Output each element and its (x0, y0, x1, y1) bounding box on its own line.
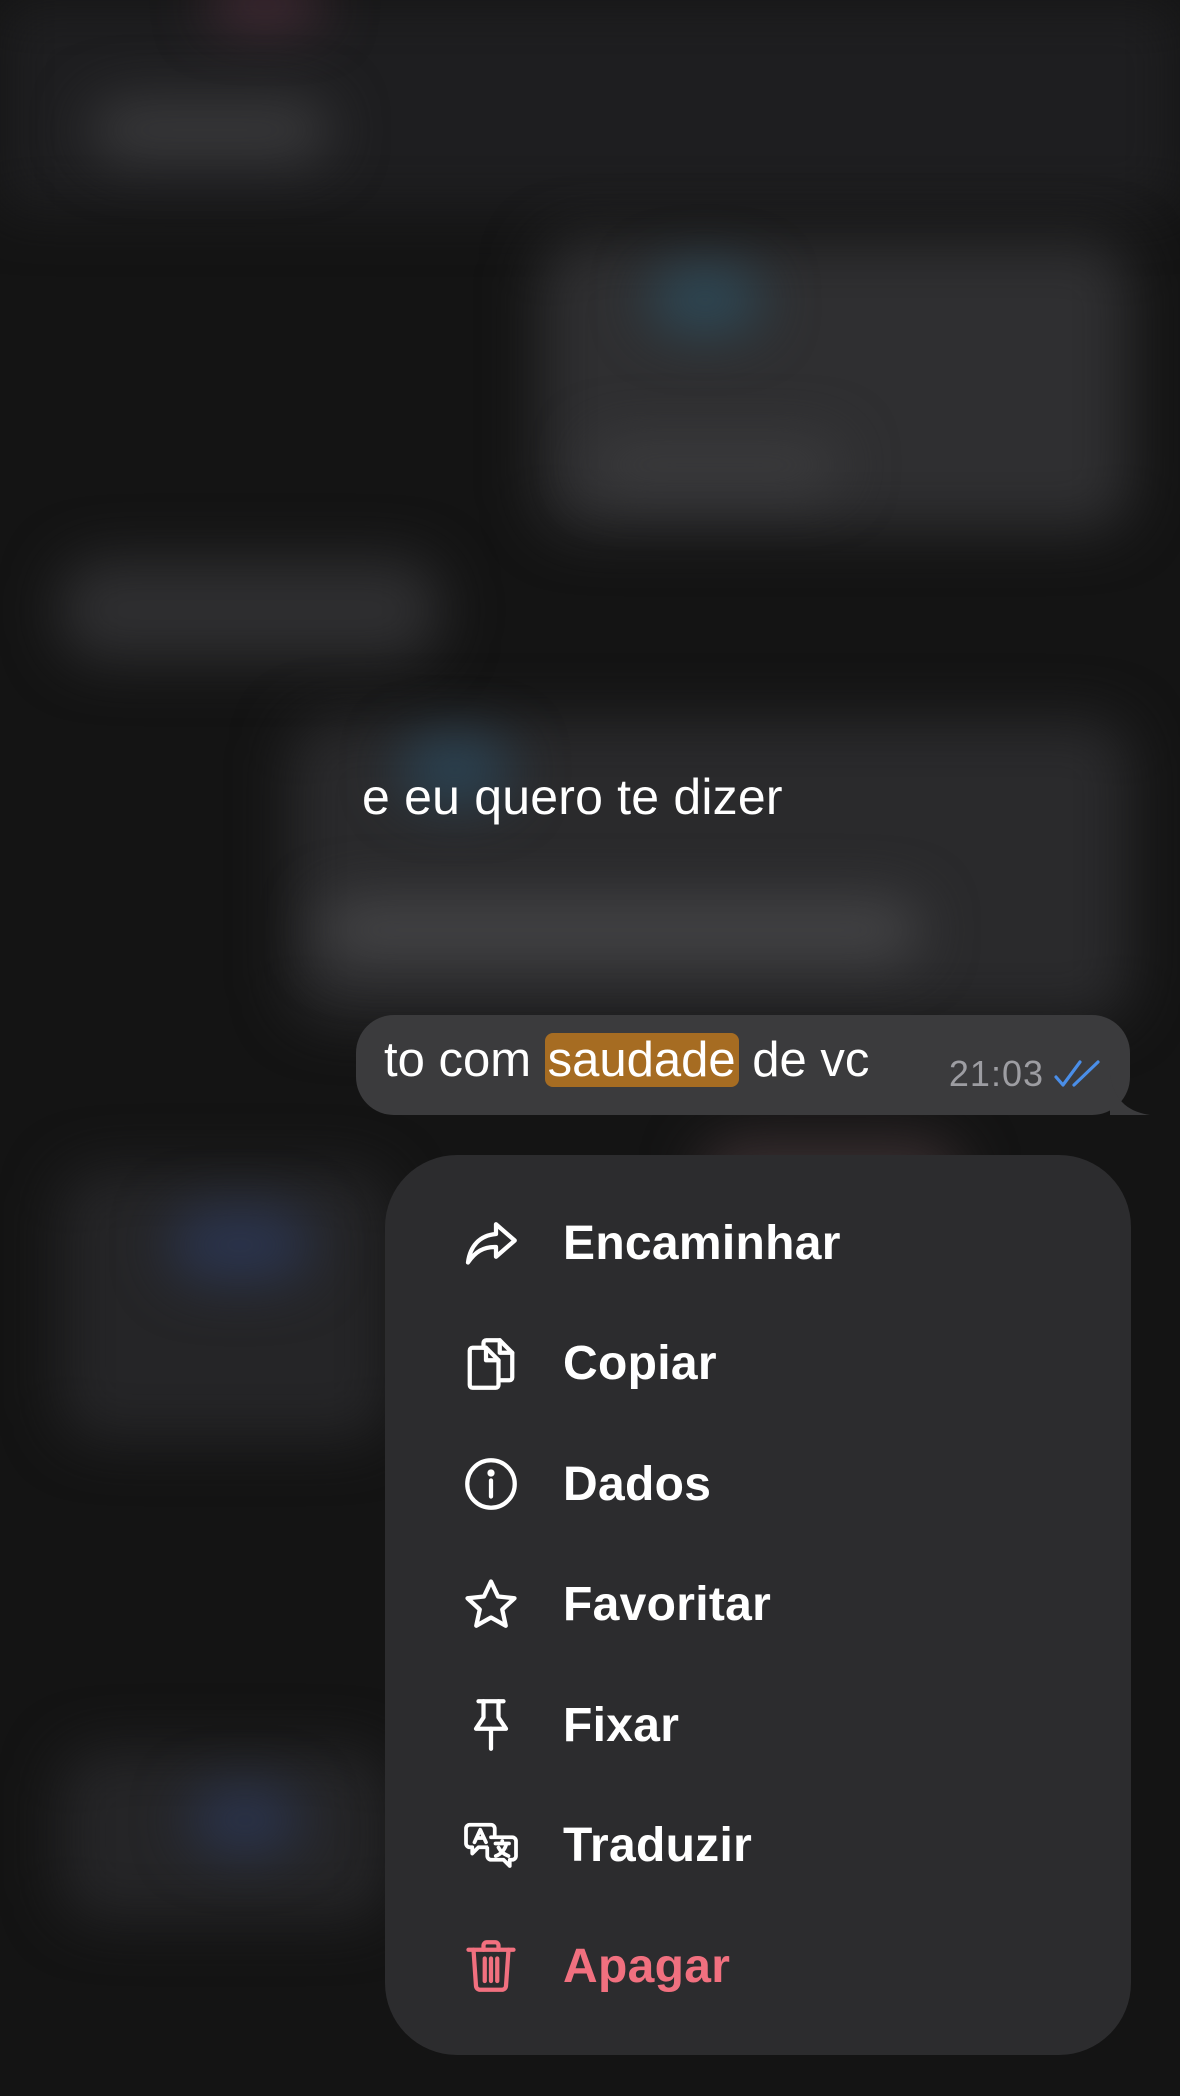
menu-item-label: Copiar (563, 1337, 717, 1391)
forward-arrow-icon (461, 1213, 521, 1273)
menu-item-label: Favoritar (563, 1578, 772, 1632)
highlighted-word: saudade (544, 1033, 739, 1087)
message-text: to com saudade de vc (384, 1033, 870, 1087)
menu-item-label: Dados (563, 1457, 712, 1511)
menu-item-label: Apagar (563, 1939, 731, 1993)
menu-item-copiar[interactable]: Copiar (385, 1304, 1131, 1425)
menu-item-apagar[interactable]: Apagar (385, 1906, 1131, 2027)
menu-item-traduzir[interactable]: Traduzir (385, 1786, 1131, 1907)
pin-icon (461, 1695, 521, 1755)
menu-item-dados[interactable]: Dados (385, 1424, 1131, 1545)
menu-item-favoritar[interactable]: Favoritar (385, 1545, 1131, 1666)
message-meta: 21:03 (949, 1053, 1102, 1095)
translate-icon (461, 1816, 521, 1876)
menu-item-fixar[interactable]: Fixar (385, 1665, 1131, 1786)
copy-icon (461, 1334, 521, 1394)
trash-icon (461, 1936, 521, 1996)
menu-item-label: Traduzir (563, 1819, 753, 1873)
menu-item-label: Encaminhar (563, 1216, 841, 1270)
star-icon (461, 1575, 521, 1635)
double-check-read-icon (1054, 1060, 1100, 1087)
message-time: 21:03 (948, 1053, 1044, 1094)
message-context-menu: Encaminhar Copiar Dados Favoritar Fixar … (385, 1155, 1131, 2055)
bubble-tail (1110, 1075, 1150, 1115)
menu-item-encaminhar[interactable]: Encaminhar (385, 1183, 1131, 1304)
selected-message-bubble[interactable]: to com saudade de vc 21:03 (356, 1015, 1150, 1115)
info-icon (461, 1454, 521, 1514)
menu-item-label: Fixar (563, 1698, 680, 1752)
background-message-text: e eu quero te dizer (362, 769, 783, 825)
